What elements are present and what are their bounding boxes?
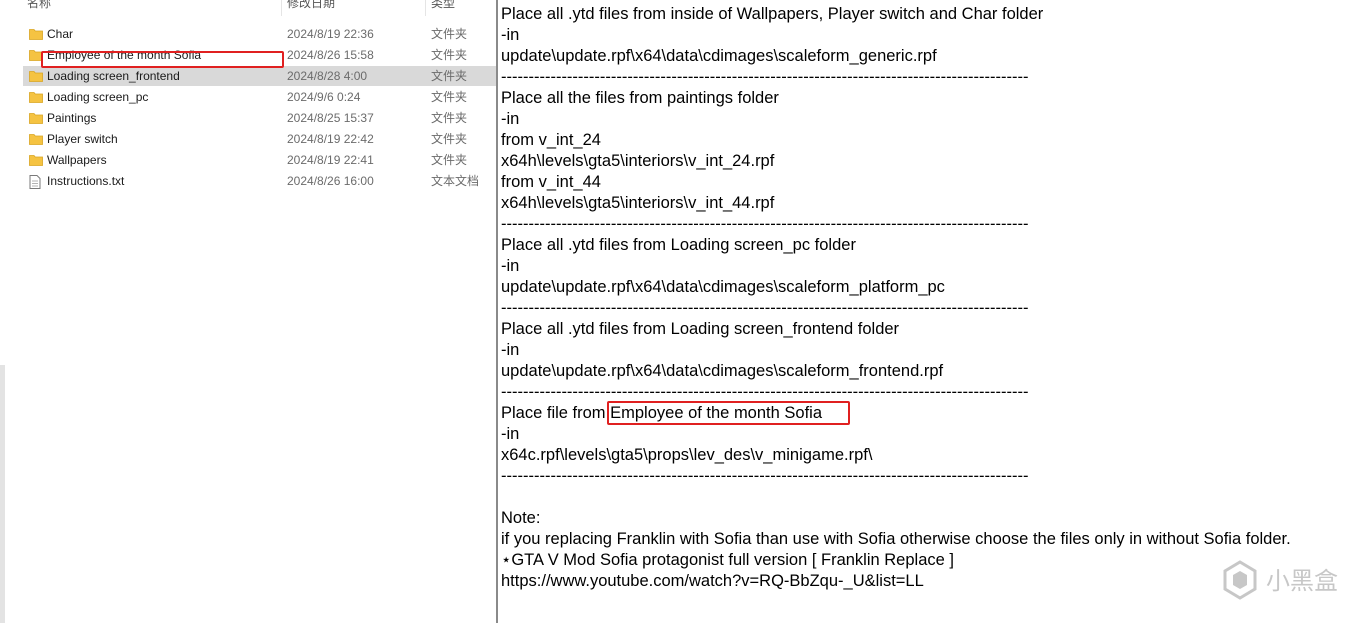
text-line: -in bbox=[501, 425, 520, 443]
notepad-text-area[interactable]: Place all .ytd files from inside of Wall… bbox=[498, 0, 1372, 623]
column-divider[interactable] bbox=[281, 0, 282, 16]
file-explorer: 名称 修改日期 类型 Char 2024/8/19 22:36 文件夹 Employe… bbox=[0, 0, 497, 623]
highlight-box bbox=[607, 401, 850, 425]
file-modified-date: 2024/8/25 15:37 bbox=[287, 111, 374, 125]
file-name: Char bbox=[47, 27, 74, 41]
file-type: 文件夹 bbox=[431, 90, 468, 104]
text-line: x64h\levels\gta5\interiors\v_int_44.rpf bbox=[501, 194, 775, 212]
file-row[interactable]: Wallpapers 2024/8/19 22:41 文件夹 bbox=[23, 150, 497, 170]
text-line: update\update.rpf\x64\data\cdimages\scal… bbox=[501, 362, 944, 380]
file-type: 文件夹 bbox=[431, 132, 468, 146]
text-line: update\update.rpf\x64\data\cdimages\scal… bbox=[501, 47, 937, 65]
file-modified-date: 2024/9/6 0:24 bbox=[287, 90, 361, 104]
folder-icon bbox=[29, 133, 43, 145]
folder-icon bbox=[29, 70, 43, 82]
folder-icon bbox=[29, 112, 43, 124]
text-line: -in bbox=[501, 26, 520, 44]
text-line: -in bbox=[501, 257, 520, 275]
text-line: ⋆GTA V Mod Sofia protagonist full versio… bbox=[501, 551, 954, 569]
text-line: x64h\levels\gta5\interiors\v_int_24.rpf bbox=[501, 152, 775, 170]
text-line: Place all .ytd files from inside of Wall… bbox=[501, 5, 1044, 23]
text-line: ----------------------------------------… bbox=[501, 383, 1029, 401]
folder-icon bbox=[29, 28, 43, 40]
file-type: 文本文档 bbox=[431, 174, 480, 188]
text-line: -in bbox=[501, 341, 520, 359]
watermark-text: 小黑盒 bbox=[1266, 567, 1338, 595]
column-header-name[interactable]: 名称 bbox=[27, 0, 51, 10]
file-modified-date: 2024/8/19 22:42 bbox=[287, 132, 374, 146]
text-line: Place all .ytd files from Loading screen… bbox=[501, 236, 856, 254]
text-line: from v_int_44 bbox=[501, 173, 601, 191]
text-line: -in bbox=[501, 110, 520, 128]
file-row[interactable]: Loading screen_pc 2024/9/6 0:24 文件夹 bbox=[23, 87, 497, 107]
text-line: https://www.youtube.com/watch?v=RQ-BbZqu… bbox=[501, 572, 924, 590]
file-type: 文件夹 bbox=[431, 153, 468, 167]
file-type: 文件夹 bbox=[431, 111, 468, 125]
file-modified-date: 2024/8/19 22:36 bbox=[287, 27, 374, 41]
column-header-type[interactable]: 类型 bbox=[431, 0, 455, 10]
file-modified-date: 2024/8/19 22:41 bbox=[287, 153, 374, 167]
file-type: 文件夹 bbox=[431, 48, 468, 62]
file-row[interactable]: Loading screen_frontend 2024/8/28 4:00 文件夹 bbox=[23, 66, 497, 86]
file-type: 文件夹 bbox=[431, 69, 468, 83]
text-line: Place all .ytd files from Loading screen… bbox=[501, 320, 900, 338]
text-line: x64c.rpf\levels\gta5\props\lev_des\v_min… bbox=[501, 446, 873, 464]
text-line: Note: bbox=[501, 509, 541, 527]
file-modified-date: 2024/8/28 4:00 bbox=[287, 69, 368, 83]
column-header-date[interactable]: 修改日期 bbox=[287, 0, 335, 10]
file-name: Wallpapers bbox=[47, 153, 107, 167]
text-line: ----------------------------------------… bbox=[501, 467, 1029, 485]
text-line: Place all the files from paintings folde… bbox=[501, 89, 779, 107]
xiaoheihe-logo-icon: 小黑盒 bbox=[1223, 560, 1338, 600]
highlight-box bbox=[41, 51, 284, 68]
watermark-logo: 小黑盒 bbox=[1222, 560, 1362, 600]
file-name: Loading screen_frontend bbox=[47, 69, 180, 83]
file-row[interactable]: Char 2024/8/19 22:36 文件夹 bbox=[23, 24, 497, 44]
text-line: from v_int_24 bbox=[501, 131, 601, 149]
file-row[interactable]: Paintings 2024/8/25 15:37 文件夹 bbox=[23, 108, 497, 128]
file-name: Paintings bbox=[47, 111, 97, 125]
file-name: Instructions.txt bbox=[47, 174, 125, 188]
file-row[interactable]: Player switch 2024/8/19 22:42 文件夹 bbox=[23, 129, 497, 149]
text-line: update\update.rpf\x64\data\cdimages\scal… bbox=[501, 278, 945, 296]
file-modified-date: 2024/8/26 15:58 bbox=[287, 48, 374, 62]
text-line: if you replacing Franklin with Sofia tha… bbox=[501, 530, 1291, 548]
file-row[interactable]: Instructions.txt 2024/8/26 16:00 文本文档 bbox=[23, 171, 497, 191]
file-name: Loading screen_pc bbox=[47, 90, 149, 104]
file-modified-date: 2024/8/26 16:00 bbox=[287, 174, 374, 188]
file-name: Player switch bbox=[47, 132, 118, 146]
folder-icon bbox=[29, 91, 43, 103]
column-divider[interactable] bbox=[425, 0, 426, 16]
file-type: 文件夹 bbox=[431, 27, 468, 41]
text-line: ----------------------------------------… bbox=[501, 215, 1029, 233]
text-line: ----------------------------------------… bbox=[501, 299, 1029, 317]
text-line: ----------------------------------------… bbox=[501, 68, 1029, 86]
folder-icon bbox=[29, 154, 43, 166]
scrollbar[interactable] bbox=[0, 365, 5, 623]
text-file-icon bbox=[29, 175, 43, 189]
